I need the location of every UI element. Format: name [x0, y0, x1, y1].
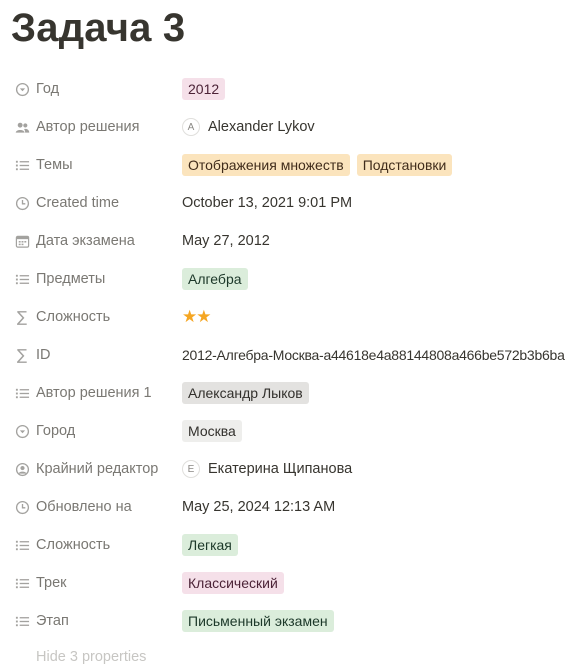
person-icon: [14, 461, 30, 477]
property-row-last-editor: Крайний редактор E Екатерина Щипанова: [0, 450, 586, 488]
property-row-solution-author: Автор решения A Alexander Lykov: [0, 108, 586, 146]
property-name-exam-date[interactable]: Дата экзамена: [14, 222, 174, 260]
property-label: Обновлено на: [36, 499, 132, 515]
property-value-track[interactable]: Классический: [182, 564, 586, 602]
property-name-stage[interactable]: Этап: [14, 602, 174, 640]
list-icon: [14, 271, 30, 287]
property-value-created-time: October 13, 2021 9:01 PM: [182, 184, 586, 222]
person-name: Екатерина Щипанова: [208, 461, 353, 477]
property-label: Темы: [36, 157, 73, 173]
property-name-created-time[interactable]: Created time: [14, 184, 174, 222]
property-label: Год: [36, 81, 60, 97]
property-label: Автор решения: [36, 119, 140, 135]
property-label: Предметы: [36, 271, 106, 287]
property-row-year: Год 2012: [0, 70, 586, 108]
property-label: ID: [36, 347, 51, 363]
select-icon: [14, 81, 30, 97]
calendar-icon: [14, 233, 30, 249]
property-row-track: Трек Классический: [0, 564, 586, 602]
tag-track: Классический: [182, 572, 284, 594]
property-value-id: 2012-Алгебра-Москва-a44618e4a88144808a46…: [182, 336, 586, 374]
property-row-difficulty: Сложность Легкая: [0, 526, 586, 564]
tag-stage: Письменный экзамен: [182, 610, 334, 632]
property-name-id[interactable]: ∑ ID: [14, 336, 174, 374]
property-name-city[interactable]: Город: [14, 412, 174, 450]
datetime-text: October 13, 2021 9:01 PM: [182, 195, 353, 211]
clock-icon: [14, 499, 30, 515]
property-name-difficulty-formula[interactable]: ∑ Сложность: [14, 298, 174, 336]
avatar: A: [182, 118, 200, 136]
property-value-stage[interactable]: Письменный экзамен: [182, 602, 586, 640]
property-label: Крайний редактор: [36, 461, 159, 477]
property-label: Дата экзамена: [36, 233, 135, 249]
property-value-subjects[interactable]: Алгебра: [182, 260, 586, 298]
tag-author: Александр Лыков: [182, 382, 309, 404]
property-name-year[interactable]: Год: [14, 70, 174, 108]
tag-city: Москва: [182, 420, 242, 442]
avatar: E: [182, 460, 200, 478]
property-value-city[interactable]: Москва: [182, 412, 586, 450]
property-value-last-editor: E Екатерина Щипанова: [182, 450, 586, 488]
property-row-id: ∑ ID 2012-Алгебра-Москва-a44618e4a881448…: [0, 336, 586, 374]
list-icon: [14, 575, 30, 591]
property-row-solution-author-1: Автор решения 1 Александр Лыков: [0, 374, 586, 412]
star-rating: ★★: [182, 307, 212, 327]
hidden-properties-toggle[interactable]: Hide 3 properties: [36, 649, 146, 665]
property-label: Трек: [36, 575, 67, 591]
tag-subject: Алгебра: [182, 268, 248, 290]
property-label: Город: [36, 423, 76, 439]
tag-difficulty: Легкая: [182, 534, 238, 556]
sigma-icon: ∑: [16, 346, 28, 364]
tag-topic: Отображения множеств: [182, 154, 350, 176]
property-row-difficulty-formula: ∑ Сложность ★★: [0, 298, 586, 336]
list-icon: [14, 613, 30, 629]
clock-icon: [14, 195, 30, 211]
properties-list: Год 2012 Автор решения A Alexander Lykov…: [0, 70, 586, 640]
property-name-solution-author-1[interactable]: Автор решения 1: [14, 374, 174, 412]
property-label: Автор решения 1: [36, 385, 152, 401]
property-name-updated-at[interactable]: Обновлено на: [14, 488, 174, 526]
property-value-year[interactable]: 2012: [182, 70, 586, 108]
property-label: Created time: [36, 195, 120, 211]
list-icon: [14, 157, 30, 173]
select-icon: [14, 423, 30, 439]
property-name-track[interactable]: Трек: [14, 564, 174, 602]
property-label: Сложность: [36, 309, 111, 325]
property-value-exam-date[interactable]: May 27, 2012: [182, 222, 586, 260]
property-label: Этап: [36, 613, 69, 629]
page-title[interactable]: Задача 3: [11, 6, 185, 51]
tag-topic: Подстановки: [356, 154, 453, 176]
property-value-topics[interactable]: Отображения множеств Подстановки: [182, 146, 586, 184]
property-name-difficulty[interactable]: Сложность: [14, 526, 174, 564]
property-row-subjects: Предметы Алгебра: [0, 260, 586, 298]
property-label: Сложность: [36, 537, 111, 553]
person-name: Alexander Lykov: [208, 119, 315, 135]
sigma-icon: ∑: [16, 308, 28, 326]
property-name-topics[interactable]: Темы: [14, 146, 174, 184]
property-value-difficulty-formula: ★★: [182, 298, 586, 336]
list-icon: [14, 385, 30, 401]
list-icon: [14, 537, 30, 553]
property-value-difficulty[interactable]: Легкая: [182, 526, 586, 564]
property-name-solution-author[interactable]: Автор решения: [14, 108, 174, 146]
property-row-city: Город Москва: [0, 412, 586, 450]
property-row-exam-date: Дата экзамена May 27, 2012: [0, 222, 586, 260]
people-icon: [14, 119, 30, 135]
property-row-topics: Темы Отображения множеств Подстановки: [0, 146, 586, 184]
property-value-solution-author[interactable]: A Alexander Lykov: [182, 108, 586, 146]
property-value-updated-at: May 25, 2024 12:13 AM: [182, 488, 586, 526]
property-row-updated-at: Обновлено на May 25, 2024 12:13 AM: [0, 488, 586, 526]
property-name-last-editor[interactable]: Крайний редактор: [14, 450, 174, 488]
property-row-created-time: Created time October 13, 2021 9:01 PM: [0, 184, 586, 222]
property-name-subjects[interactable]: Предметы: [14, 260, 174, 298]
property-value-solution-author-1[interactable]: Александр Лыков: [182, 374, 586, 412]
tag-year: 2012: [182, 78, 226, 100]
date-text: May 27, 2012: [182, 233, 270, 249]
property-row-stage: Этап Письменный экзамен: [0, 602, 586, 640]
id-text: 2012-Алгебра-Москва-a44618e4a88144808a46…: [182, 347, 565, 363]
datetime-text: May 25, 2024 12:13 AM: [182, 499, 336, 515]
